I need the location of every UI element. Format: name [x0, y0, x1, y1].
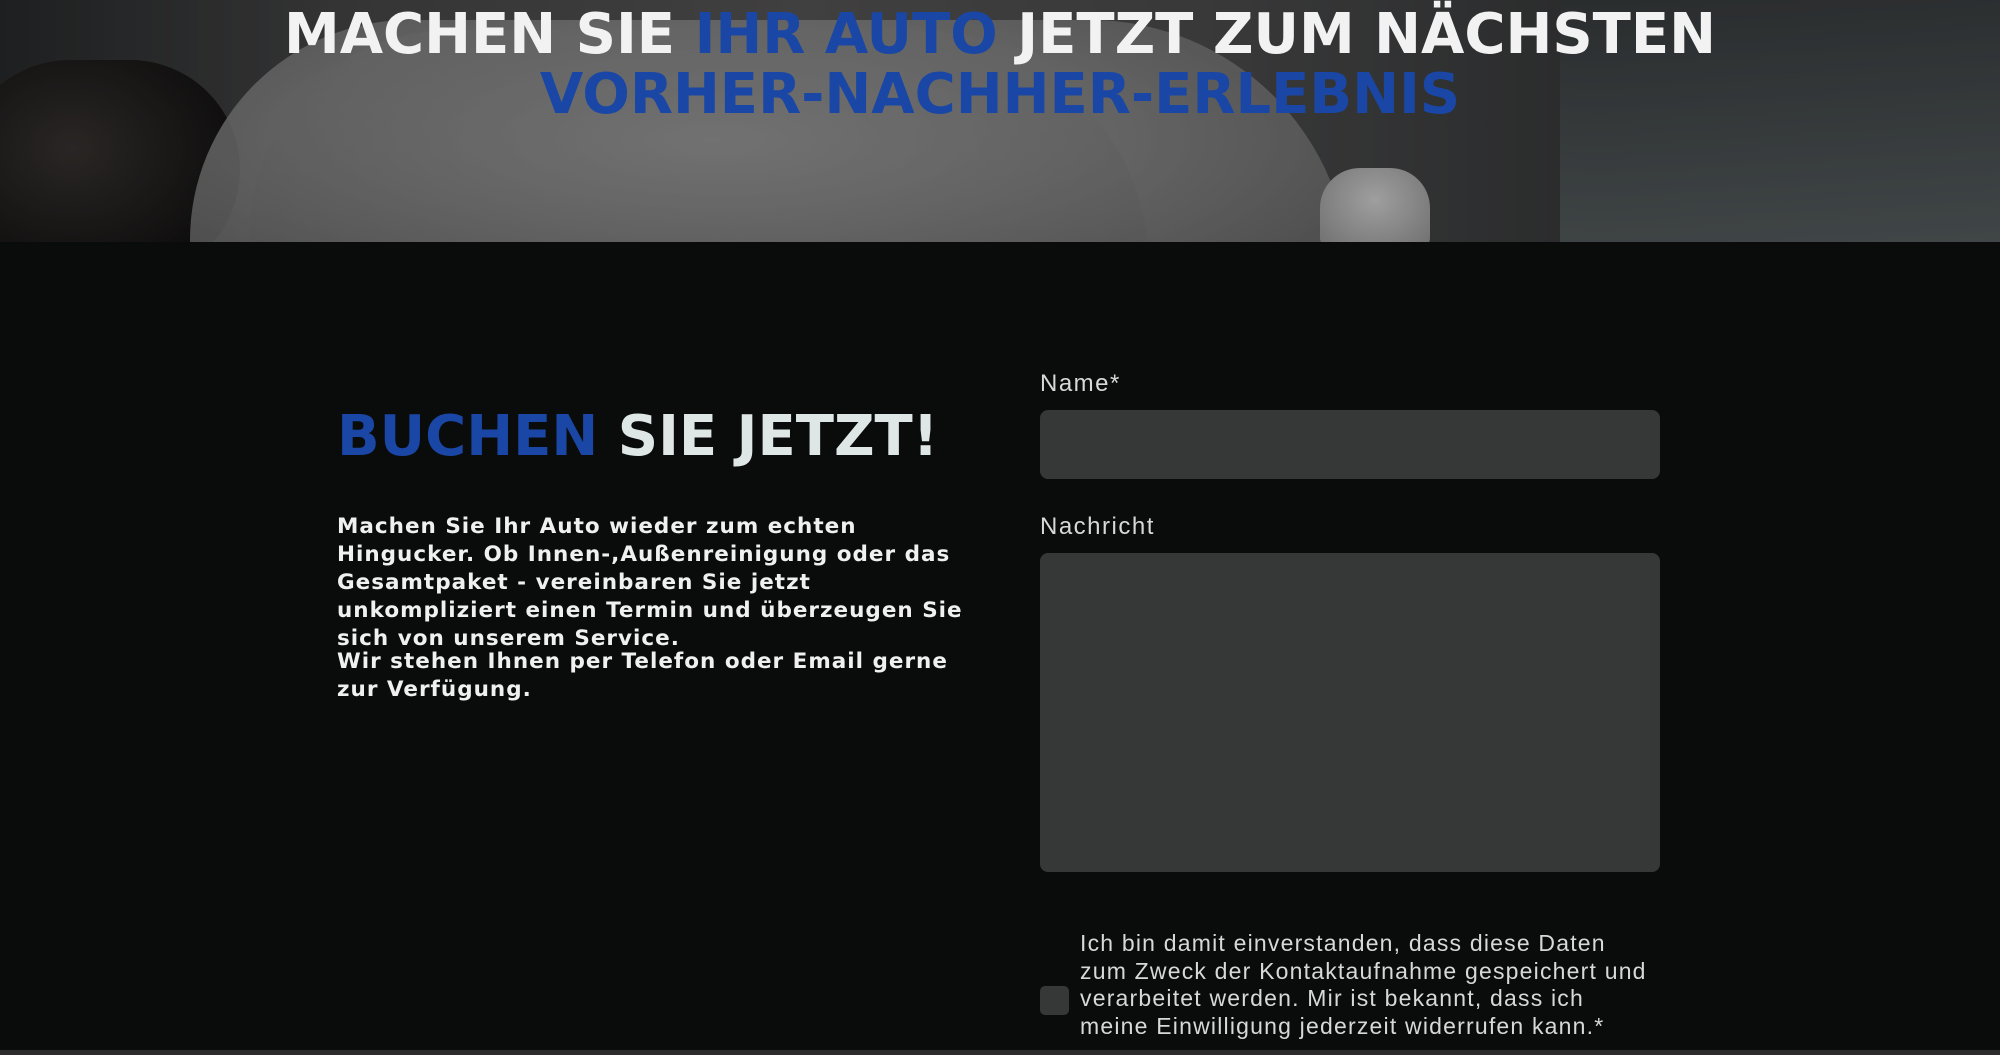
- booking-intro-paragraph: Machen Sie Ihr Auto wieder zum echten Hi…: [337, 514, 963, 651]
- message-textarea[interactable]: [1040, 553, 1660, 872]
- consent-text: Ich bin damit einverstanden, dass diese …: [1080, 930, 1647, 1039]
- booking-heading: BUCHEN SIE JETZT!: [337, 402, 938, 472]
- booking-contact-paragraph: Wir stehen Ihnen per Telefon oder Email …: [337, 649, 948, 702]
- bottom-divider: [0, 1050, 2000, 1055]
- booking-heading-highlight: BUCHEN: [337, 404, 599, 469]
- consent-checkbox[interactable]: [1040, 986, 1069, 1015]
- hero-title-highlight: IHR AUTO: [694, 2, 998, 67]
- hero-title-part2: JETZT ZUM NÄCHSTEN: [997, 2, 1716, 67]
- hero-title: MACHEN SIE IHR AUTO JETZT ZUM NÄCHSTEN VO…: [0, 5, 2000, 125]
- hero-title-part1: MACHEN SIE: [283, 2, 695, 67]
- name-input[interactable]: [1040, 410, 1660, 479]
- hero-title-line2: VORHER-NACHHER-ERLEBNIS: [539, 62, 1461, 127]
- booking-heading-rest: SIE JETZT!: [598, 404, 939, 469]
- message-label: Nachricht: [1040, 513, 1155, 540]
- hero-banner: MACHEN SIE IHR AUTO JETZT ZUM NÄCHSTEN VO…: [0, 0, 2000, 242]
- name-label: Name*: [1040, 370, 1121, 397]
